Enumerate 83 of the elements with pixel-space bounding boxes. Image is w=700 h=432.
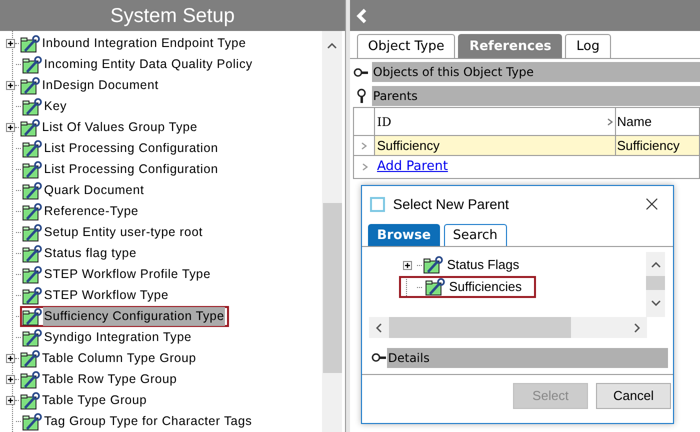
tree-item[interactable]: STEP Workflow Profile Type [22,264,214,285]
folder-wrench-icon [22,308,42,326]
back-icon[interactable] [356,8,368,24]
folder-wrench-icon [20,118,40,136]
add-parent-link[interactable]: Add Parent [375,157,448,177]
expand-icon[interactable] [6,123,15,132]
close-button[interactable]: × [642,194,661,216]
scrollbar-thumb[interactable] [646,276,665,290]
section-header[interactable]: Objects of this Object Type [372,62,700,82]
tab[interactable]: Search [444,224,506,246]
expand-icon[interactable] [6,396,15,405]
window-icon [370,197,385,212]
tree-item[interactable]: List Processing Configuration [22,138,222,159]
tree-item[interactable]: Table Column Type Group [20,348,200,369]
dialog-button[interactable]: Cancel [596,383,671,409]
tab[interactable]: Object Type [357,34,456,58]
scroll-up-icon[interactable] [327,43,337,49]
folder-wrench-icon [20,76,40,94]
tree-item[interactable]: Incoming Entity Data Quality Policy [22,54,256,75]
folder-wrench-icon [22,202,42,220]
scroll-left-icon[interactable] [376,322,382,332]
tree-item[interactable]: List Processing Configuration [22,159,222,180]
tree-item[interactable]: STEP Workflow Type [22,285,172,306]
tree-item[interactable]: Key [22,96,70,117]
folder-wrench-icon [22,224,42,242]
expand-icon[interactable] [6,39,15,48]
tree-item[interactable]: Reference-Type [22,201,142,222]
tree-item[interactable]: Syndigo Integration Type [22,327,195,348]
expand-icon[interactable] [6,354,15,363]
scroll-right-icon[interactable] [634,322,640,332]
horizontal-scrollbar[interactable] [369,317,647,338]
folder-wrench-icon [20,350,40,368]
tree-item[interactable]: Sufficiency Configuration Type [20,306,230,327]
tree-item[interactable]: Table Row Type Group [20,369,180,390]
table-cell: Sufficiency [375,136,616,155]
scroll-up-icon[interactable] [650,262,660,268]
panel-title: System Setup [0,0,345,31]
folder-wrench-icon [22,328,42,346]
tree-item[interactable]: InDesign Document [20,75,162,96]
scrollbar[interactable] [322,31,342,432]
pin-icon [371,353,387,362]
folder-wrench-icon [20,34,40,52]
details-section-header[interactable]: Details [387,348,668,368]
folder-wrench-icon [22,160,42,178]
folder-wrench-icon [22,56,42,74]
folder-wrench-icon [22,266,42,284]
folder-wrench-icon [20,392,40,410]
folder-wrench-icon [20,370,40,388]
scroll-down-icon[interactable] [650,300,660,306]
pin-icon [353,68,369,76]
tree-item[interactable]: Status flag type [22,243,140,264]
tree-item[interactable]: Status Flags [422,254,532,276]
expand-icon[interactable] [403,260,412,270]
expand-icon[interactable] [6,375,15,384]
table-row[interactable]: Sufficiency Sufficiency [354,136,699,156]
tree-item[interactable]: Setup Entity user-type root [22,222,206,243]
tree-item[interactable]: Tag Group Type for Character Tags [22,411,255,432]
scrollbar-thumb[interactable] [389,317,571,338]
tree-item[interactable]: Table Type Group [20,390,150,411]
folder-wrench-icon [22,412,42,430]
folder-wrench-icon [423,256,443,274]
section-header[interactable]: Parents [372,86,700,106]
tree-item[interactable]: Sufficiencies [399,276,536,298]
dialog-title: Select New Parent [393,195,510,214]
column-header[interactable]: Name [616,108,699,135]
folder-wrench-icon [22,140,42,158]
tree-item[interactable]: Inbound Integration Endpoint Type [20,33,250,54]
tree-item[interactable]: List Of Values Group Type [20,117,200,138]
folder-wrench-icon [22,182,42,200]
tab[interactable]: References [458,34,562,58]
table-cell-text: Sufficiency [616,136,681,155]
scrollbar[interactable] [646,252,665,317]
folder-wrench-icon [22,244,42,262]
scrollbar-thumb[interactable] [322,203,342,373]
folder-wrench-icon [22,286,42,304]
tab[interactable]: Browse [368,224,440,246]
pin-icon [356,88,366,104]
expand-icon[interactable] [6,81,15,90]
folder-wrench-icon [22,98,42,116]
tree-item[interactable]: Quark Document [22,180,148,201]
tab[interactable]: Log [565,34,611,58]
folder-wrench-icon [425,278,445,296]
column-title: ID [377,114,392,130]
